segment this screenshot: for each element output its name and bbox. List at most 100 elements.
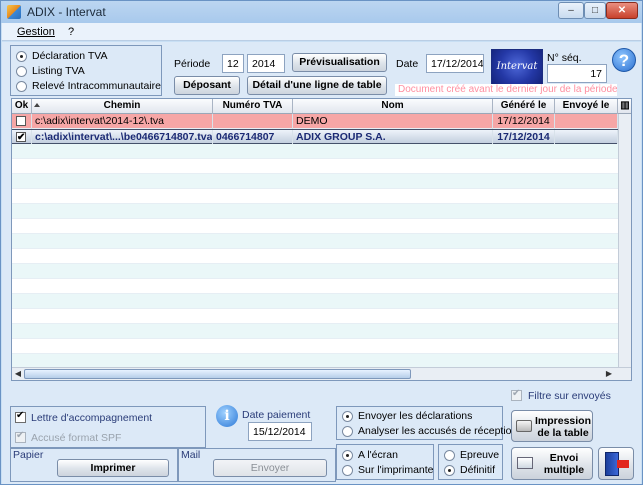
menu-bar: Gestion ? <box>2 23 641 41</box>
declarations-table: Ok Chemin Numéro TVA Nom Généré le Envoy… <box>11 98 632 381</box>
lettre-checkbox[interactable] <box>15 410 26 423</box>
minimize-button[interactable]: – <box>558 2 584 19</box>
mode-options-group: Epreuve Définitif <box>438 444 503 480</box>
col-genere[interactable]: Généré le <box>493 99 555 114</box>
printer-icon <box>516 420 532 432</box>
ok-cell <box>12 130 32 145</box>
radio-a-lecran[interactable]: A l'écran <box>342 449 398 461</box>
nseq-input[interactable]: 17 <box>547 64 607 83</box>
maximize-button[interactable]: □ <box>584 2 606 19</box>
empty-table-row[interactable] <box>12 324 631 339</box>
envoyer-button[interactable]: Envoyer <box>213 459 327 477</box>
radio-label: Envoyer les déclarations <box>358 410 473 422</box>
cell-envoye <box>555 130 618 145</box>
imprimer-button[interactable]: Imprimer <box>57 459 169 477</box>
empty-table-row[interactable] <box>12 294 631 309</box>
help-icon[interactable]: ? <box>612 48 636 72</box>
empty-table-row[interactable] <box>12 144 631 159</box>
exit-button[interactable] <box>598 447 634 480</box>
empty-table-row[interactable] <box>12 249 631 264</box>
empty-table-row[interactable] <box>12 189 631 204</box>
cell-nom: ADIX GROUP S.A. <box>293 130 493 145</box>
previsualisation-button[interactable]: Prévisualisation <box>292 53 387 72</box>
col-ok[interactable]: Ok <box>12 99 32 114</box>
papier-label: Papier <box>13 449 44 461</box>
filtre-envoyes-checkbox[interactable] <box>511 388 522 401</box>
output-options-group: A l'écran Sur l'imprimante <box>336 444 434 480</box>
radio-epreuve[interactable]: Epreuve <box>444 449 499 461</box>
empty-table-row[interactable] <box>12 279 631 294</box>
radio-label: A l'écran <box>358 449 398 461</box>
empty-table-row[interactable] <box>12 234 631 249</box>
date-label: Date <box>396 58 419 70</box>
accuse-checkbox[interactable] <box>15 430 26 443</box>
radio-listing-tva[interactable]: Listing TVA <box>16 65 85 77</box>
impression-table-label: Impression de la table <box>534 415 592 439</box>
radio-definitif[interactable]: Définitif <box>444 464 495 476</box>
mail-group: Mail Envoyer <box>178 448 336 482</box>
horizontal-scrollbar[interactable]: ◀ ▶ <box>12 367 631 380</box>
date-input[interactable]: 17/12/2014 <box>426 54 484 73</box>
scroll-right-icon[interactable]: ▶ <box>604 369 614 379</box>
exit-arrow-icon <box>617 460 629 468</box>
row-checkbox[interactable] <box>16 130 26 145</box>
col-numero-tva[interactable]: Numéro TVA <box>213 99 293 114</box>
detail-ligne-button[interactable]: Détail d'une ligne de table <box>247 76 387 95</box>
radio-releve-intracom[interactable]: Relevé Intracommunautaire <box>16 80 161 92</box>
cell-genere: 17/12/2014 <box>493 114 555 129</box>
empty-table-row[interactable] <box>12 219 631 234</box>
empty-table-row[interactable] <box>12 264 631 279</box>
declaration-type-group: Déclaration TVA Listing TVA Relevé Intra… <box>10 45 162 96</box>
date-paiement-input[interactable]: 15/12/2014 <box>248 422 312 441</box>
menu-help[interactable]: ? <box>68 26 74 38</box>
empty-table-row[interactable] <box>12 159 631 174</box>
radio-label: Analyser les accusés de réception <box>358 425 518 437</box>
col-envoye[interactable]: Envoyé le <box>555 99 618 114</box>
radio-dot <box>342 425 353 437</box>
radio-dot <box>16 65 27 77</box>
scroll-thumb[interactable] <box>24 369 411 379</box>
column-chooser-icon[interactable]: ▥ <box>618 99 631 114</box>
radio-label: Epreuve <box>460 449 500 461</box>
radio-dot <box>342 410 353 422</box>
empty-table-row[interactable] <box>12 309 631 324</box>
scroll-left-icon[interactable]: ◀ <box>13 369 23 379</box>
radio-dot <box>16 80 27 92</box>
radio-sur-imprimante[interactable]: Sur l'imprimante <box>342 464 434 476</box>
warning-message: Document créé avant le dernier jour de l… <box>395 84 617 96</box>
radio-declaration-tva[interactable]: Déclaration TVA <box>16 50 107 62</box>
radio-label: Définitif <box>460 464 496 476</box>
vertical-scrollbar[interactable] <box>618 114 631 367</box>
col-nom[interactable]: Nom <box>293 99 493 114</box>
mail-label: Mail <box>181 449 201 461</box>
radio-envoyer-declarations[interactable]: Envoyer les déclarations <box>342 410 472 422</box>
menu-gestion[interactable]: Gestion <box>17 26 55 38</box>
periode-year-input[interactable]: 2014 <box>247 54 285 73</box>
lettre-label: Lettre d'accompagnement <box>31 412 153 424</box>
close-button[interactable]: ✕ <box>606 2 638 19</box>
title-bar: ADIX - Intervat – □ ✕ <box>1 1 642 23</box>
empty-table-row[interactable] <box>12 339 631 354</box>
radio-dot <box>16 50 27 62</box>
envoi-multiple-button[interactable]: Envoi multiple <box>511 447 593 480</box>
radio-dot <box>342 464 353 476</box>
window-title: ADIX - Intervat <box>27 5 106 19</box>
table-header: Ok Chemin Numéro TVA Nom Généré le Envoy… <box>12 99 631 114</box>
envoi-options-group: Envoyer les déclarations Analyser les ac… <box>336 406 517 440</box>
row-checkbox[interactable] <box>16 116 26 126</box>
app-icon <box>7 5 21 19</box>
table-row[interactable]: c:\adix\intervat\...\be0466714807.tva046… <box>12 129 631 145</box>
col-chemin[interactable]: Chemin <box>32 99 213 114</box>
radio-analyser-accuses[interactable]: Analyser les accusés de réception <box>342 425 517 437</box>
empty-table-row[interactable] <box>12 204 631 219</box>
table-row[interactable]: c:\adix\intervat\2014-12\.tva DEMO 17/12/2… <box>12 114 631 129</box>
main-panel: Déclaration TVA Listing TVA Relevé Intra… <box>2 42 641 484</box>
deposant-button[interactable]: Déposant <box>174 76 240 95</box>
empty-table-row[interactable] <box>12 174 631 189</box>
periode-month-input[interactable]: 12 <box>222 54 244 73</box>
periode-label: Période <box>174 58 211 70</box>
cell-envoye <box>555 114 618 129</box>
envelope-icon <box>517 457 533 469</box>
impression-table-button[interactable]: Impression de la table <box>511 410 593 442</box>
col-chemin-label: Chemin <box>103 100 141 111</box>
